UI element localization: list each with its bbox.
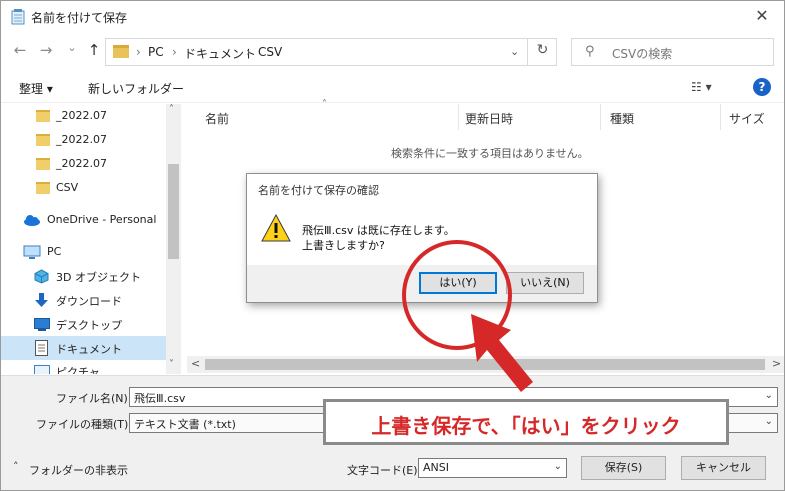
document-icon bbox=[35, 340, 48, 356]
refresh-button[interactable]: ↻ bbox=[527, 38, 557, 66]
cancel-button[interactable]: キャンセル bbox=[681, 456, 766, 480]
chevron-down-icon[interactable]: ⌄ bbox=[765, 416, 773, 427]
window-title: 名前を付けて保存 bbox=[31, 11, 128, 25]
address-bar: ← → ⌄ ↑ › PC › ドキュメント › CSV ⌄ ↻ ⚲ CSVの検索 bbox=[1, 33, 784, 71]
nav-item-label: _2022.07 bbox=[56, 109, 107, 122]
navigation-pane: _2022.07 _2022.07 _2022.07 CSV OneDrive … bbox=[1, 104, 181, 374]
nav-item-pc[interactable]: PC bbox=[1, 240, 166, 264]
view-options-button[interactable]: ☷ ▾ bbox=[691, 80, 712, 94]
organize-button[interactable]: 整理 ▾ bbox=[19, 80, 53, 97]
hide-folders-button[interactable]: フォルダーの非表示 bbox=[29, 462, 128, 478]
nav-item-3d-objects[interactable]: 3D オブジェクト bbox=[1, 264, 166, 288]
nav-item-pictures[interactable]: ピクチャ bbox=[1, 360, 166, 374]
cloud-icon bbox=[24, 215, 40, 226]
column-header-size[interactable]: サイズ bbox=[729, 110, 765, 127]
save-button[interactable]: 保存(S) bbox=[581, 456, 666, 480]
filename-label: ファイル名(N): bbox=[56, 392, 132, 405]
column-header-name[interactable]: 名前 bbox=[205, 110, 229, 127]
scroll-left-button[interactable]: < bbox=[191, 357, 200, 370]
folder-icon bbox=[113, 45, 129, 58]
forward-button[interactable]: → bbox=[35, 41, 57, 59]
title-bar: 名前を付けて保存 ✕ bbox=[1, 1, 784, 33]
command-bar: 整理 ▾ 新しいフォルダー ☷ ▾ ? bbox=[1, 71, 784, 103]
column-header-modified[interactable]: 更新日時 bbox=[465, 110, 513, 127]
pictures-icon bbox=[34, 365, 50, 374]
nav-item-label: PC bbox=[47, 245, 62, 258]
column-divider[interactable] bbox=[600, 104, 601, 130]
no-button[interactable]: いいえ(N) bbox=[506, 272, 584, 294]
nav-scrollbar[interactable]: ˄ ˅ bbox=[166, 104, 181, 374]
nav-item-label: ピクチャ bbox=[56, 366, 100, 374]
filetype-label: ファイルの種類(T): bbox=[36, 418, 133, 431]
encoding-value: ANSI bbox=[423, 461, 449, 474]
nav-item-label: ダウンロード bbox=[56, 295, 122, 308]
breadcrumb-pc[interactable]: PC bbox=[148, 45, 164, 59]
sort-indicator-icon: ˄ bbox=[322, 99, 327, 110]
nav-item-label: 3D オブジェクト bbox=[56, 271, 141, 284]
column-divider[interactable] bbox=[720, 104, 721, 130]
breadcrumb-separator: › bbox=[136, 45, 141, 59]
up-button[interactable]: ↑ bbox=[83, 41, 105, 59]
folder-icon bbox=[36, 158, 50, 170]
nav-item-label: CSV bbox=[56, 181, 79, 194]
chevron-down-icon[interactable]: ⌄ bbox=[554, 461, 562, 472]
dialog-title: 名前を付けて保存の確認 bbox=[258, 184, 379, 197]
nav-item-label: _2022.07 bbox=[56, 133, 107, 146]
column-divider[interactable] bbox=[458, 104, 459, 130]
breadcrumb-separator: › bbox=[172, 45, 177, 59]
address-dropdown-button[interactable]: ⌄ bbox=[510, 45, 519, 58]
desktop-icon bbox=[34, 318, 50, 331]
search-input[interactable]: ⚲ CSVの検索 bbox=[571, 38, 774, 66]
empty-message: 検索条件に一致する項目はありません。 bbox=[391, 147, 589, 160]
address-box[interactable]: › PC › ドキュメント › CSV ⌄ bbox=[105, 38, 557, 66]
callout-box: 上書き保存で、「はい」をクリック bbox=[323, 399, 729, 445]
recent-locations-button[interactable]: ⌄ bbox=[61, 41, 83, 54]
column-header-type[interactable]: 種類 bbox=[610, 110, 634, 127]
back-button[interactable]: ← bbox=[9, 41, 31, 59]
filetype-value: テキスト文書 (*.txt) bbox=[134, 418, 236, 431]
nav-item-label: OneDrive - Personal bbox=[47, 213, 157, 226]
save-as-window: 名前を付けて保存 ✕ ← → ⌄ ↑ › PC › ドキュメント › CSV ⌄… bbox=[0, 0, 785, 491]
nav-item-documents[interactable]: ドキュメント bbox=[1, 336, 166, 360]
dialog-message-line-1: 飛伝Ⅲ.csv は既に存在します。 bbox=[302, 224, 455, 237]
chevron-up-icon[interactable]: ˄ bbox=[13, 460, 19, 473]
nav-item-folder[interactable]: _2022.07 bbox=[1, 152, 166, 176]
nav-item-label: ドキュメント bbox=[56, 343, 122, 356]
nav-item-onedrive[interactable]: OneDrive - Personal bbox=[1, 208, 166, 232]
nav-item-csv[interactable]: CSV bbox=[1, 176, 166, 200]
folder-icon bbox=[36, 134, 50, 146]
download-icon bbox=[35, 293, 48, 307]
scroll-down-button[interactable]: ˅ bbox=[169, 359, 174, 370]
help-icon[interactable]: ? bbox=[753, 78, 771, 96]
nav-item-label: _2022.07 bbox=[56, 157, 107, 170]
folder-icon bbox=[36, 110, 50, 122]
nav-item-folder[interactable]: _2022.07 bbox=[1, 104, 166, 128]
chevron-down-icon[interactable]: ⌄ bbox=[765, 390, 773, 401]
notepad-icon bbox=[11, 9, 25, 25]
nav-item-downloads[interactable]: ダウンロード bbox=[1, 288, 166, 312]
nav-item-label: デスクトップ bbox=[56, 319, 122, 332]
nav-item-desktop[interactable]: デスクトップ bbox=[1, 312, 166, 336]
close-button[interactable]: ✕ bbox=[752, 6, 772, 25]
filename-value: 飛伝Ⅲ.csv bbox=[134, 392, 186, 405]
encoding-select[interactable]: ANSI ⌄ bbox=[418, 458, 567, 478]
pc-icon bbox=[23, 245, 41, 259]
new-folder-button[interactable]: 新しいフォルダー bbox=[88, 80, 184, 97]
callout-text: 上書き保存で、「はい」をクリック bbox=[371, 414, 681, 438]
nav-item-folder[interactable]: _2022.07 bbox=[1, 128, 166, 152]
3d-objects-icon bbox=[34, 269, 49, 284]
encoding-label: 文字コード(E): bbox=[347, 464, 422, 477]
folder-icon bbox=[36, 182, 50, 194]
search-icon: ⚲ bbox=[585, 44, 595, 59]
search-placeholder: CSVの検索 bbox=[612, 47, 673, 61]
scroll-thumb[interactable] bbox=[168, 164, 179, 259]
scroll-up-button[interactable]: ˄ bbox=[169, 104, 174, 115]
scroll-right-button[interactable]: > bbox=[772, 357, 781, 370]
callout-arrow-icon bbox=[471, 314, 533, 392]
breadcrumb-csv[interactable]: CSV bbox=[258, 45, 282, 59]
breadcrumb-separator: › bbox=[246, 45, 251, 59]
warning-icon bbox=[261, 214, 291, 242]
